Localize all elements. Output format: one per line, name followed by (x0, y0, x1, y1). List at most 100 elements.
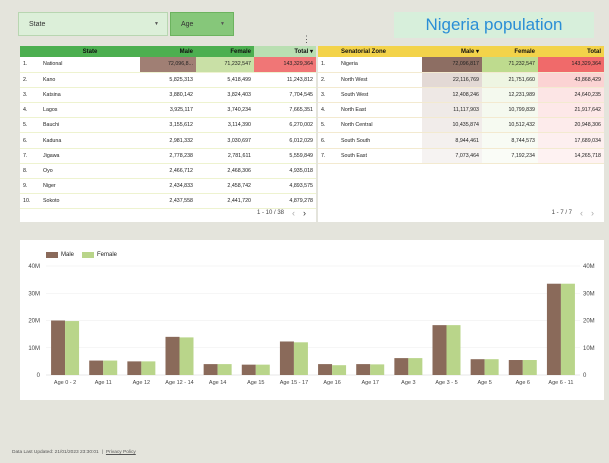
table-row[interactable]: 4. Lagos 3,925,117 3,740,234 7,665,351 (20, 102, 316, 119)
bar-female (179, 337, 194, 375)
table-row[interactable]: 10. Sokoto 2,437,558 2,441,720 4,879,278 (20, 193, 316, 210)
column-header-zone[interactable]: Senatorial Zone (338, 46, 422, 57)
x-tick-label: Age 5 (477, 380, 491, 386)
bar-female (103, 360, 118, 375)
bar-male (165, 336, 180, 375)
row-female: 3,030,697 (196, 132, 254, 149)
row-total: 17,689,034 (538, 132, 604, 149)
chevron-left-icon[interactable]: ‹ (580, 208, 583, 218)
row-index: 6. (318, 132, 338, 149)
column-header-male[interactable]: Male ▾ (422, 46, 482, 57)
pagination: 1 - 10 / 38 ‹ › (257, 208, 306, 218)
table-row[interactable]: 1. National 72,096,8... 71,232,547 143,329,3… (20, 57, 316, 73)
row-name: Katsina (40, 87, 140, 104)
chevron-left-icon[interactable]: ‹ (292, 208, 295, 218)
x-tick-label: Age 6 (516, 380, 530, 386)
bar-male (432, 325, 447, 375)
table-row[interactable]: 5. North Central 10,435,874 10,512,432 20,94… (318, 117, 604, 134)
row-name: North Central (338, 117, 422, 134)
pagination-label: 1 - 10 / 38 (256, 210, 284, 216)
chevron-right-icon[interactable]: › (303, 208, 306, 218)
row-male: 72,096,8... (140, 57, 196, 73)
row-total: 6,012,029 (254, 132, 316, 149)
row-male: 8,944,461 (422, 132, 482, 149)
pagination-label: 1 - 7 / 7 (551, 210, 572, 216)
table-row[interactable]: 2. Kano 5,825,313 5,418,499 11,243,812 (20, 72, 316, 88)
table-header-row: Senatorial Zone Male ▾ Female Total (318, 46, 604, 57)
row-male: 2,778,238 (140, 148, 196, 164)
row-male: 2,434,833 (140, 178, 196, 195)
table-row[interactable]: 6. South South 8,944,461 8,744,573 17,689,03… (318, 132, 604, 149)
row-name: South East (338, 148, 422, 164)
row-female: 2,458,742 (196, 178, 254, 195)
bar-male (356, 364, 371, 375)
row-index: 1. (20, 57, 40, 73)
bar-male (470, 359, 485, 375)
table-row[interactable]: 9. Niger 2,434,833 2,458,742 4,893,575 (20, 178, 316, 195)
row-name: Lagos (40, 102, 140, 119)
table-row[interactable]: 6. Kaduna 2,981,332 3,030,697 6,012,029 (20, 132, 316, 149)
row-male: 2,981,332 (140, 132, 196, 149)
bar-male (89, 360, 104, 375)
column-header-total[interactable]: Total (538, 46, 604, 57)
row-index: 4. (318, 102, 338, 119)
row-total: 4,879,278 (254, 193, 316, 210)
table-row[interactable]: 3. South West 12,408,246 12,231,989 24,640,2… (318, 87, 604, 104)
state-filter-dropdown[interactable]: State ▼ (18, 12, 168, 36)
row-total: 6,270,002 (254, 117, 316, 134)
row-name: Jigawa (40, 148, 140, 164)
x-tick-label: Age 11 (95, 380, 112, 386)
row-male: 72,096,817 (422, 57, 482, 73)
state-population-table: State Male Female Total ▾ 1. National 72,0… (20, 46, 316, 222)
row-index: 3. (318, 87, 338, 104)
table-row[interactable]: 1. Nigeria 72,096,817 71,232,547 143,329,364 (318, 57, 604, 73)
column-header-total[interactable]: Total ▾ (254, 46, 316, 57)
row-female: 71,232,547 (482, 57, 538, 73)
chevron-right-icon[interactable]: › (591, 208, 594, 218)
row-male: 3,155,612 (140, 117, 196, 134)
pagination: 1 - 7 / 7 ‹ › (552, 208, 594, 218)
row-total: 20,948,306 (538, 117, 604, 134)
row-total: 43,868,429 (538, 72, 604, 88)
column-header-female[interactable]: Female (196, 46, 254, 57)
column-header-state[interactable]: State (40, 46, 140, 57)
privacy-policy-link[interactable]: Privacy Policy (106, 450, 136, 455)
table-row[interactable]: 4. North East 11,117,903 10,799,839 21,917,6… (318, 102, 604, 119)
bar-female (484, 359, 499, 375)
table-row[interactable]: 7. South East 7,073,464 7,192,234 14,265,718 (318, 148, 604, 164)
state-filter-label: State (29, 20, 46, 28)
bar-female (141, 361, 156, 375)
page-title: Nigeria population (394, 12, 594, 38)
table-row[interactable]: 5. Bauchi 3,155,612 3,114,390 6,270,002 (20, 117, 316, 134)
row-male: 10,435,874 (422, 117, 482, 134)
row-index: 2. (20, 72, 40, 88)
row-male: 2,466,712 (140, 163, 196, 180)
bar-female (217, 364, 232, 375)
bar-female (522, 360, 537, 375)
y-tick-label-left: 10M (28, 346, 40, 352)
bar-male (546, 283, 561, 375)
bar-female (255, 364, 270, 375)
column-header-male[interactable]: Male (140, 46, 196, 57)
row-name: Nigeria (338, 57, 422, 73)
y-tick-label-right: 10M (583, 346, 595, 352)
age-filter-dropdown[interactable]: Age ▼ (170, 12, 234, 36)
more-options-icon[interactable]: ⋮ (302, 34, 311, 45)
bar-male (51, 320, 66, 375)
table-row[interactable]: 7. Jigawa 2,778,238 2,781,611 5,559,849 (20, 148, 316, 164)
bar-male (279, 341, 294, 375)
row-index: 9. (20, 178, 40, 195)
table-row[interactable]: 2. North West 22,116,769 21,751,660 43,868,4… (318, 72, 604, 88)
footer-separator: | (101, 450, 103, 455)
x-tick-label: Age 15 - 17 (280, 380, 308, 386)
table-row[interactable]: 8. Oyo 2,466,712 2,468,306 4,935,018 (20, 163, 316, 180)
x-tick-label: Age 17 (361, 380, 378, 386)
row-total: 24,640,235 (538, 87, 604, 104)
chart-plot: 0 0 10M 10M 20M 20M 30M 30M 40M 40M Age 0 - 2 Age 1… (28, 264, 595, 386)
bar-female (408, 358, 423, 375)
chevron-down-icon: ▼ (220, 21, 225, 27)
column-header-female[interactable]: Female (482, 46, 538, 57)
table-row[interactable]: 3. Katsina 3,880,142 3,824,403 7,704,545 (20, 87, 316, 104)
x-tick-label: Age 14 (209, 380, 226, 386)
row-index: 7. (318, 148, 338, 164)
